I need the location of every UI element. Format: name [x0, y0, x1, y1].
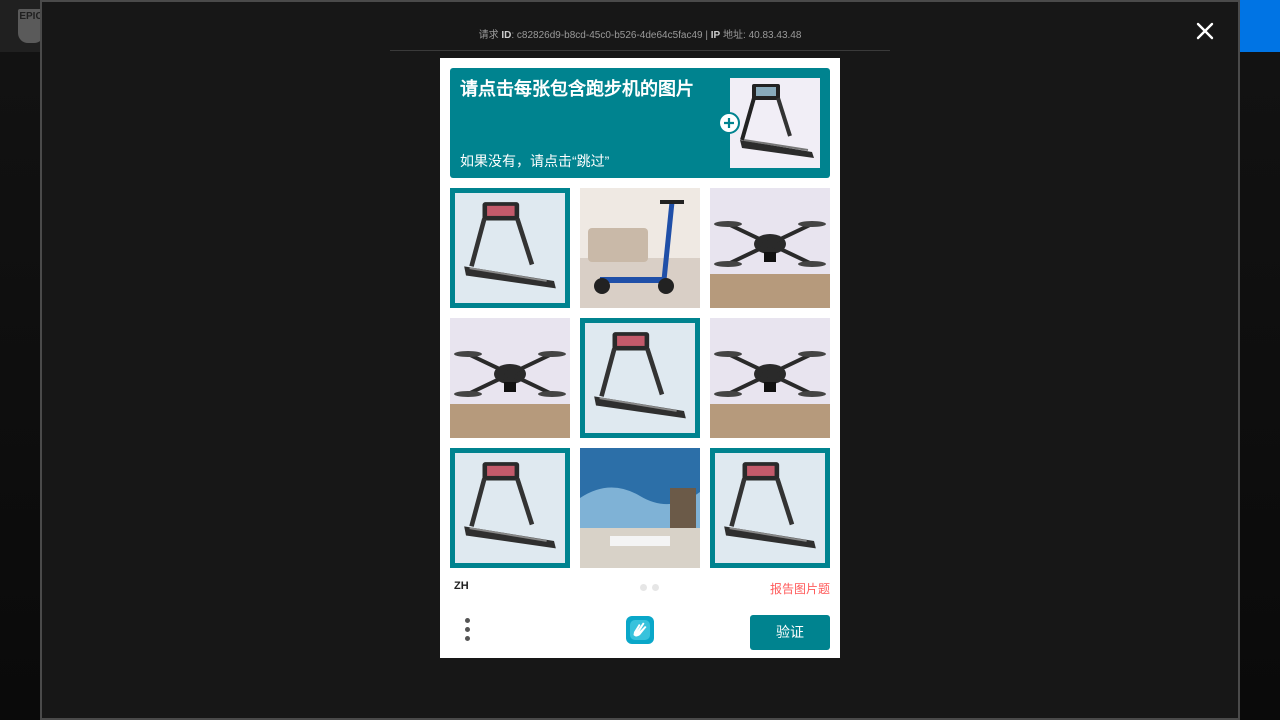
page-dot — [640, 584, 647, 591]
challenge-prompt: 请点击每张包含跑步机的图片 如果没有，请点击“跳过” — [450, 68, 830, 178]
treadmill-icon — [455, 193, 565, 303]
more-options-icon[interactable] — [462, 618, 472, 644]
scooter-icon — [580, 188, 700, 308]
prompt-title: 请点击每张包含跑步机的图片 — [460, 79, 694, 99]
hcaptcha-challenge: 请点击每张包含跑步机的图片 如果没有，请点击“跳过” ZH 报告图片题 验证 — [440, 58, 840, 658]
image-tile[interactable] — [710, 448, 830, 568]
background-blue-button — [1238, 0, 1280, 52]
captcha-footer: ZH 报告图片题 — [450, 578, 830, 596]
language-selector[interactable]: ZH — [454, 580, 469, 592]
report-images-link[interactable]: 报告图片题 — [770, 580, 830, 597]
image-tile[interactable] — [580, 318, 700, 438]
example-image-treadmill[interactable] — [730, 78, 820, 168]
page-dot — [652, 584, 659, 591]
close-icon[interactable] — [1194, 20, 1216, 42]
image-tile[interactable] — [450, 448, 570, 568]
ray-id-value: c82826d9-b8cd-45c0-b526-4de64c5fac49 — [516, 30, 703, 41]
treadmill-icon — [715, 453, 825, 563]
image-tile[interactable] — [710, 318, 830, 438]
drone-icon — [450, 318, 570, 438]
prompt-subtitle: 如果没有，请点击“跳过” — [460, 153, 610, 169]
image-tile[interactable] — [450, 318, 570, 438]
image-tile[interactable] — [580, 448, 700, 568]
divider — [390, 50, 890, 51]
treadmill-icon — [455, 453, 565, 563]
treadmill-icon — [585, 323, 695, 433]
image-tile[interactable] — [710, 188, 830, 308]
ip-value: 40.83.43.48 — [748, 30, 802, 41]
image-tile[interactable] — [450, 188, 570, 308]
verify-button[interactable]: 验证 — [750, 615, 830, 650]
pagination-dots — [640, 584, 660, 592]
drone-icon — [710, 318, 830, 438]
image-tile[interactable] — [580, 188, 700, 308]
living-room-icon — [580, 448, 700, 568]
hcaptcha-logo-icon — [624, 614, 656, 646]
ray-id-line: 请求 ID: c82826d9-b8cd-45c0-b526-4de64c5fa… — [478, 30, 802, 41]
plus-icon — [718, 112, 740, 134]
image-grid — [450, 188, 830, 568]
captcha-modal: 请求 ID: c82826d9-b8cd-45c0-b526-4de64c5fa… — [40, 0, 1240, 720]
drone-icon — [710, 188, 830, 308]
